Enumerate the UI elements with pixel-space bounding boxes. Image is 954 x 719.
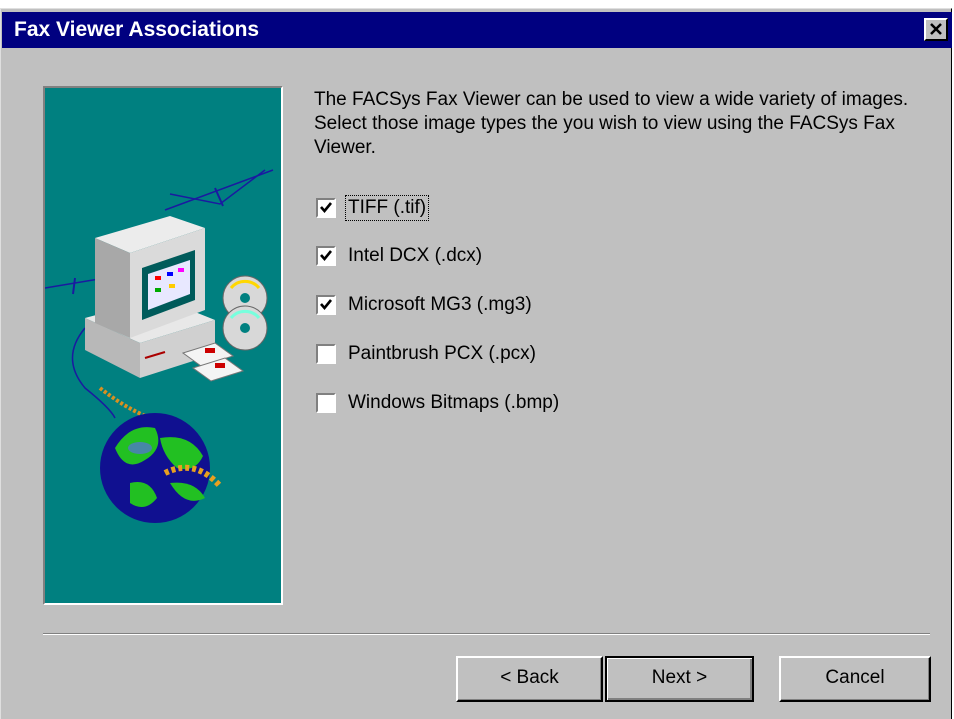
back-button[interactable]: < Back [456, 656, 603, 702]
dcx-label[interactable]: Intel DCX (.dcx) [348, 244, 482, 268]
next-button[interactable]: Next > [605, 656, 754, 702]
title-bar[interactable]: Fax Viewer Associations [2, 12, 952, 48]
separator-line [43, 633, 930, 635]
close-button[interactable] [924, 18, 948, 41]
cancel-button[interactable]: Cancel [779, 656, 931, 702]
mg3-checkbox[interactable] [316, 295, 336, 315]
close-icon [930, 23, 942, 35]
window-title: Fax Viewer Associations [14, 18, 260, 41]
computer-globe-illustration-icon [45, 169, 274, 523]
checkmark-icon [320, 202, 333, 214]
checkmark-icon [320, 250, 333, 262]
checkmark-icon [320, 299, 333, 311]
mg3-label[interactable]: Microsoft MG3 (.mg3) [348, 293, 532, 317]
pcx-label[interactable]: Paintbrush PCX (.pcx) [348, 342, 536, 366]
dcx-checkbox[interactable] [316, 246, 336, 266]
pcx-checkbox[interactable] [316, 344, 336, 364]
wizard-illustration [43, 86, 283, 605]
tiff-checkbox[interactable] [316, 198, 336, 218]
bmp-label[interactable]: Windows Bitmaps (.bmp) [348, 391, 559, 415]
description-text: The FACSys Fax Viewer can be used to vie… [314, 89, 909, 158]
bmp-checkbox[interactable] [316, 393, 336, 413]
tiff-label[interactable]: TIFF (.tif) [344, 195, 430, 221]
